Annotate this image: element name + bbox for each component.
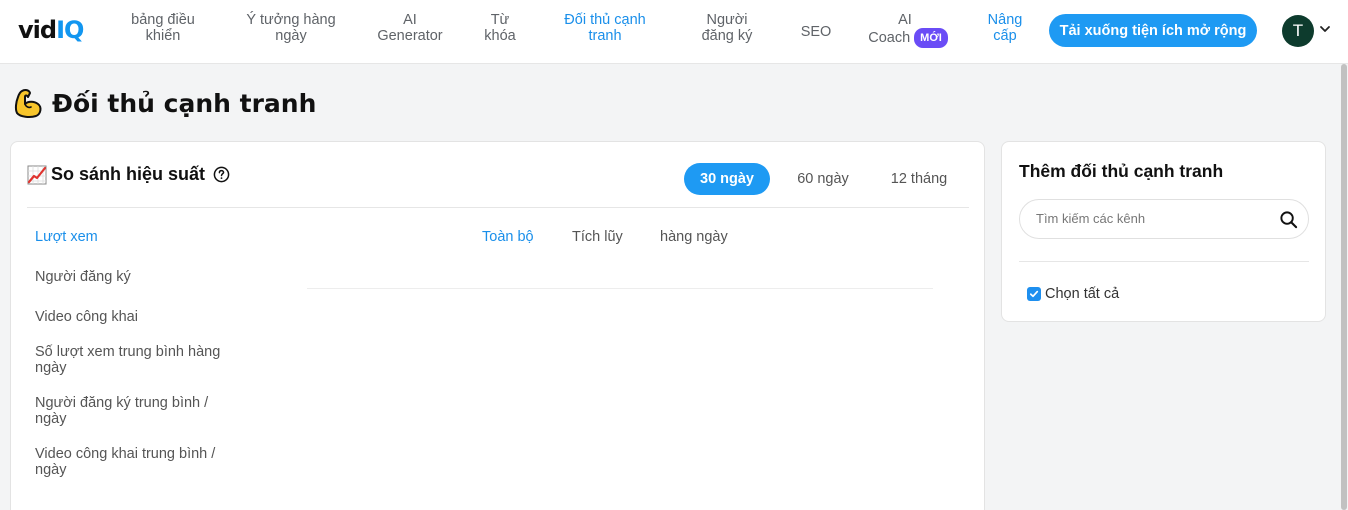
- chevron-down-icon[interactable]: [1318, 22, 1332, 36]
- performance-title: So sánh hiệu suất: [27, 164, 230, 185]
- select-all-checkbox[interactable]: [1027, 287, 1041, 301]
- metric-views[interactable]: Lượt xem: [35, 229, 235, 245]
- metric-subscribers[interactable]: Người đăng ký: [35, 269, 235, 285]
- flexed-biceps-icon: [14, 88, 42, 118]
- page-title: Đối thủ cạnh tranh: [52, 88, 317, 118]
- help-icon[interactable]: [213, 166, 230, 183]
- range-12-months-button[interactable]: 12 tháng: [881, 163, 957, 195]
- channel-search-box: [1019, 199, 1309, 239]
- metric-avg-daily-views[interactable]: Số lượt xem trung bình hàng ngày: [35, 344, 235, 376]
- chart-baseline: [307, 288, 933, 289]
- add-competitors-title: Thêm đối thủ cạnh tranh: [1019, 161, 1224, 181]
- select-all-row: Chọn tất cả: [1027, 286, 1119, 302]
- range-60-days-button[interactable]: 60 ngày: [785, 163, 861, 195]
- top-navigation-bar: vidIQ bảng điều khiển Ý tưởng hàng ngày AI…: [0, 0, 1348, 64]
- nav-item-upgrade[interactable]: Nâng cấp: [980, 12, 1030, 44]
- page-header: Đối thủ cạnh tranh: [12, 86, 316, 120]
- nav-item-daily-ideas[interactable]: Ý tưởng hàng ngày: [236, 12, 346, 44]
- metric-public-videos[interactable]: Video công khai: [35, 309, 235, 325]
- nav-item-subscribers[interactable]: Người đăng ký: [690, 12, 764, 44]
- performance-comparison-card: So sánh hiệu suất 30 ngày 60 ngày 12 thá…: [10, 141, 985, 510]
- vidiq-logo[interactable]: vidIQ: [18, 16, 84, 44]
- card-divider: [27, 207, 969, 208]
- avatar[interactable]: T: [1282, 15, 1314, 47]
- chart-increasing-icon: [27, 165, 47, 184]
- range-30-days-button[interactable]: 30 ngày: [684, 163, 770, 195]
- nav-item-ai-generator[interactable]: AI Generator: [372, 12, 448, 44]
- nav-item-keywords[interactable]: Từ khóa: [476, 12, 524, 44]
- nav-item-ai-coach[interactable]: AI Coach MỚI: [862, 12, 954, 48]
- nav-item-competitors[interactable]: Đối thủ cạnh tranh: [556, 12, 654, 44]
- add-competitors-card: Thêm đối thủ cạnh tranh Chọn tất cả: [1001, 141, 1326, 322]
- checkmark-icon: [1029, 290, 1039, 298]
- nav-item-dashboard[interactable]: bảng điều khiển: [122, 12, 204, 44]
- new-badge: MỚI: [914, 28, 948, 48]
- side-divider: [1019, 261, 1309, 262]
- search-icon[interactable]: [1279, 210, 1298, 229]
- download-extension-button[interactable]: Tải xuống tiện ích mở rộng: [1049, 14, 1257, 47]
- metric-avg-videos-per-day[interactable]: Video công khai trung bình / ngày: [35, 446, 235, 478]
- select-all-label: Chọn tất cả: [1045, 286, 1120, 302]
- scrollbar-thumb[interactable]: [1341, 64, 1347, 510]
- tab-total[interactable]: Toàn bộ: [482, 229, 534, 245]
- nav-item-seo[interactable]: SEO: [795, 24, 837, 40]
- tab-cumulative[interactable]: Tích lũy: [572, 229, 623, 245]
- channel-search-input[interactable]: [1036, 211, 1266, 226]
- tab-daily[interactable]: hàng ngày: [660, 229, 728, 245]
- metric-avg-subscribers-per-day[interactable]: Người đăng ký trung bình / ngày: [35, 395, 235, 427]
